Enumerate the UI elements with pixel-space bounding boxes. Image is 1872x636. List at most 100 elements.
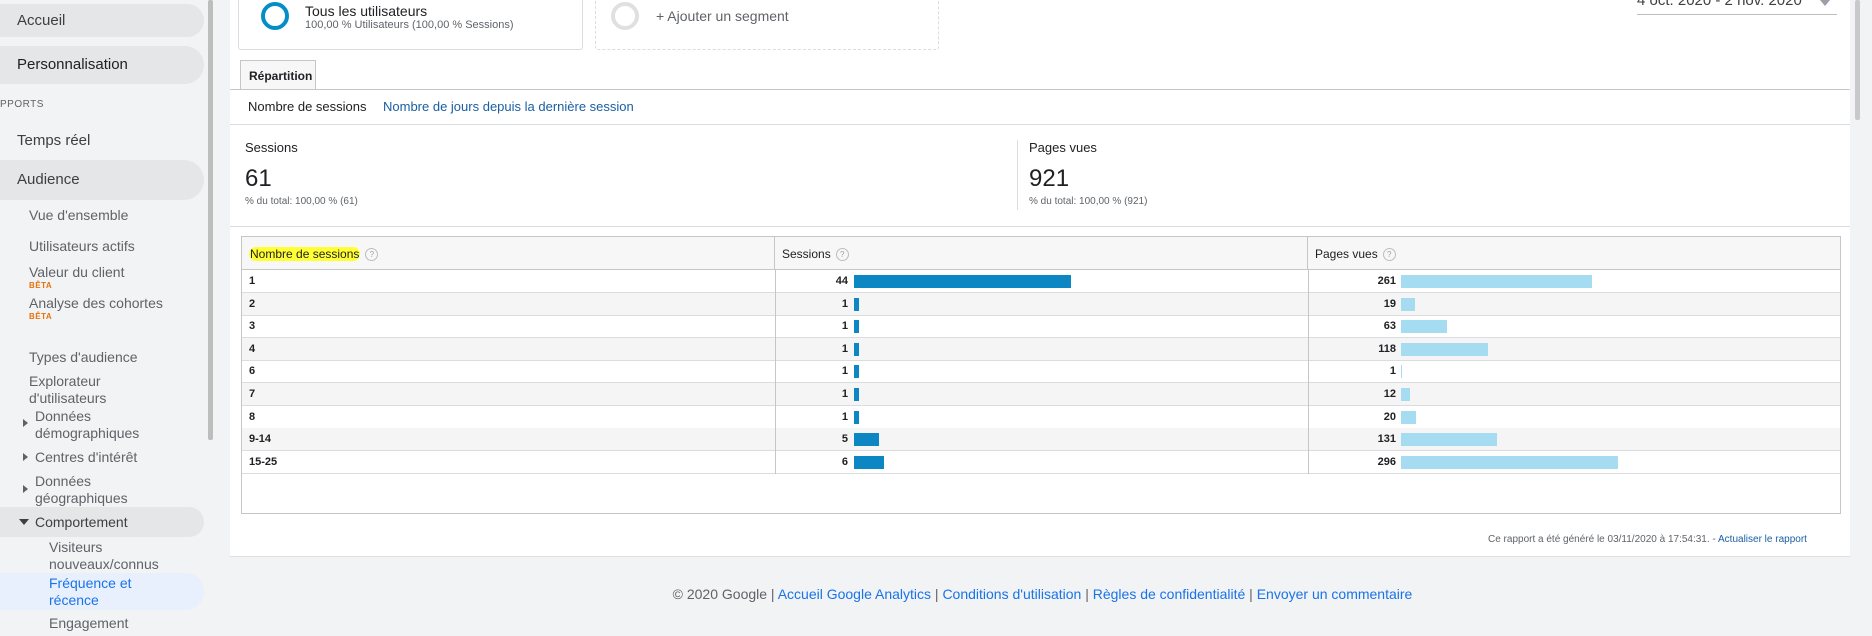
footer-separator: | [1081, 586, 1093, 602]
caret-down-icon[interactable] [1820, 0, 1830, 6]
sidebar-item-home[interactable]: Accueil [0, 4, 204, 37]
sidebar-item-cohort[interactable]: Analyse des cohortes BÊTA [29, 295, 169, 321]
column-header-sessions[interactable]: Sessions? [775, 237, 1308, 270]
subnav-sessions-count[interactable]: Nombre de sessions [248, 99, 367, 114]
footer-link-feedback[interactable]: Envoyer un commentaire [1257, 586, 1413, 602]
segment-ring-icon [611, 2, 639, 30]
report-generated-note: Ce rapport a été généré le 03/11/2020 à … [1488, 534, 1807, 545]
beta-badge: BÊTA [29, 312, 53, 321]
sidebar-item-frequency[interactable]: Fréquence et récence [0, 573, 204, 610]
sidebar-item-behavior[interactable]: Comportement [0, 507, 204, 537]
pageviews-bar [1401, 342, 1488, 356]
table-row: 1 44 261 [242, 270, 1840, 293]
sidebar-item-audience-types[interactable]: Types d'audience [29, 349, 138, 366]
date-range-picker[interactable]: 4 oct. 2020 - 2 nov. 2020 [1637, 0, 1802, 9]
table-row: 611 [242, 360, 1840, 384]
table-row: 8 1 20 [242, 405, 1840, 429]
refresh-report-link[interactable]: Actualiser le rapport [1718, 534, 1807, 545]
chevron-right-icon [23, 419, 28, 427]
table-row: 3 1 63 [242, 315, 1840, 339]
segment-subtitle: 100,00 % Utilisateurs (100,00 % Sessions… [305, 19, 514, 31]
metric-sessions-value: 61 [245, 165, 272, 192]
table-row: 7 1 12 [242, 383, 1840, 406]
sidebar-item-overview[interactable]: Vue d'ensemble [29, 207, 128, 224]
sidebar-item-label: Personnalisation [17, 56, 128, 73]
sidebar-item-label: Audience [17, 171, 80, 188]
pageviews-value: 296 [1377, 455, 1396, 468]
table-row: 2 1 19 [242, 292, 1840, 316]
chevron-right-icon [23, 485, 28, 493]
data-table: Nombre de sessions? Sessions? Pages vues… [241, 236, 1841, 514]
sessions-bar [854, 388, 859, 401]
pageviews-bar [1401, 365, 1402, 379]
sidebar-item-new-returning[interactable]: Visiteurs nouveaux/connus [49, 539, 179, 573]
divider [230, 556, 1855, 557]
page-scrollbar[interactable] [1850, 0, 1872, 636]
sidebar-item-geo[interactable]: Données géographiques [35, 473, 165, 507]
add-segment-label: + Ajouter un segment [656, 8, 789, 24]
sessions-bar [854, 365, 859, 379]
chevron-down-icon [19, 519, 29, 525]
sidebar-item-label: Valeur du client [29, 264, 125, 280]
add-segment-button[interactable]: + Ajouter un segment [595, 0, 939, 50]
footer-link-terms[interactable]: Conditions d'utilisation [942, 586, 1081, 602]
sidebar-item-audience[interactable]: Audience [0, 160, 204, 200]
sidebar-item-customization[interactable]: Personnalisation [0, 46, 204, 84]
help-icon[interactable]: ? [835, 248, 849, 261]
sidebar-item-realtime[interactable]: Temps réel [0, 128, 204, 154]
sidebar-item-interests[interactable]: Centres d'intérêt [35, 449, 137, 466]
footer-separator: | [931, 586, 943, 602]
report-generated-text: Ce rapport a été généré le 03/11/2020 à … [1488, 534, 1718, 545]
pageviews-bar [1401, 320, 1447, 334]
table-row: 15-25 6 296 [242, 450, 1840, 474]
sidebar-item-label: Analyse des cohortes [29, 295, 163, 311]
sessions-bar [854, 433, 879, 447]
sidebar-item-client-value[interactable]: Valeur du client BÊTA [29, 264, 124, 290]
sidebar-section-reports: PPORTS [0, 99, 44, 110]
page-scrollbar-thumb[interactable] [1855, 0, 1860, 120]
footer-separator: | [767, 586, 778, 602]
footer-link-privacy[interactable]: Règles de confidentialité [1093, 586, 1246, 602]
footer: © 2020 Google | Accueil Google Analytics… [230, 586, 1855, 602]
table-row: 9-14 5 131 [242, 428, 1840, 452]
row-label: 15-25 [249, 455, 278, 468]
pageviews-bar [1401, 275, 1592, 288]
chevron-right-icon [23, 453, 28, 461]
column-header-pageviews[interactable]: Pages vues? [1308, 237, 1840, 270]
sessions-bar [854, 320, 859, 334]
sessions-bar [854, 342, 859, 356]
footer-separator: | [1245, 586, 1257, 602]
sidebar-item-label: Comportement [35, 514, 128, 530]
segment-ring-icon [261, 2, 289, 30]
footer-link-ga-home[interactable]: Accueil Google Analytics [778, 586, 931, 602]
sidebar-item-user-explorer[interactable]: Explorateur d'utilisateurs [29, 373, 149, 407]
beta-badge: BÊTA [29, 281, 53, 290]
column-header-sessions-count[interactable]: Nombre de sessions? [242, 237, 775, 270]
divider [230, 89, 1855, 90]
sidebar-item-demographics[interactable]: Données démographiques [35, 408, 165, 442]
sidebar-item-active-users[interactable]: Utilisateurs actifs [29, 238, 135, 255]
sidebar-item-engagement[interactable]: Engagement [49, 615, 128, 632]
metric-pageviews-label: Pages vues [1029, 140, 1097, 155]
column-header-label: Sessions [782, 247, 831, 261]
date-underline [1637, 14, 1837, 15]
divider [230, 226, 1855, 227]
table-row: 4 1 118 [242, 337, 1840, 361]
column-header-label: Nombre de sessions [249, 247, 361, 261]
metric-sessions-sub: % du total: 100,00 % (61) [245, 196, 358, 207]
help-icon[interactable]: ? [365, 248, 379, 261]
pageviews-bar [1401, 388, 1410, 401]
sidebar-scrollbar[interactable] [208, 0, 213, 440]
sessions-bar [854, 297, 859, 311]
tab-breakdown[interactable]: Répartition [240, 60, 316, 90]
divider [230, 124, 1855, 125]
help-icon[interactable]: ? [1382, 248, 1396, 261]
divider [1017, 140, 1018, 210]
subnav-days-since-link[interactable]: Nombre de jours depuis la dernière sessi… [383, 99, 634, 114]
segment-all-users[interactable]: Tous les utilisateurs 100,00 % Utilisate… [238, 0, 583, 50]
sidebar-item-label: Accueil [17, 12, 66, 29]
pageviews-bar [1401, 410, 1416, 424]
sidebar-item-label: Temps réel [17, 132, 91, 149]
footer-copyright: © 2020 Google [672, 586, 768, 602]
metric-pageviews-sub: % du total: 100,00 % (921) [1029, 196, 1148, 207]
